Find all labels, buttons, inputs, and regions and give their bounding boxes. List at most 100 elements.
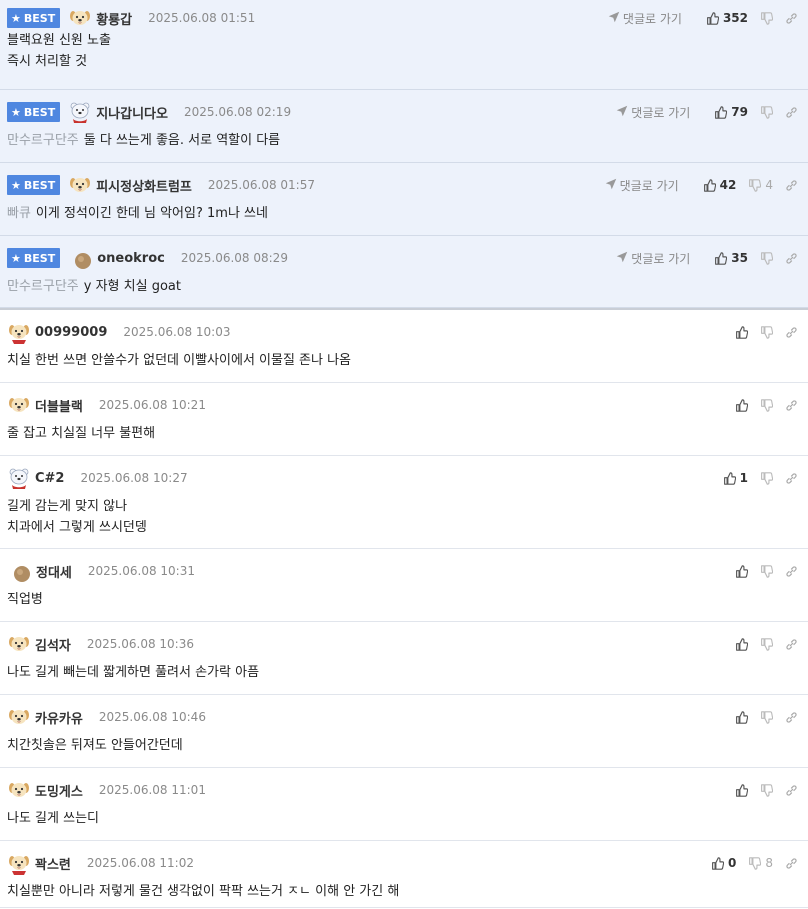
avatar[interactable] [7,705,31,729]
downvote-button[interactable] [760,471,773,485]
comment-text: 직업병 [7,592,43,607]
upvote-button[interactable] [735,398,748,412]
upvote-button[interactable] [735,783,748,797]
comment-header: ★ BEST 지나갑니다오 2025.06.08 02:19 [7,100,291,124]
comment-date: 2025.06.08 08:29 [180,251,288,265]
nickname[interactable]: C#2 [35,471,64,486]
best-label: BEST [23,11,56,25]
upvote-button[interactable]: 79 [714,105,748,119]
downvote-button[interactable] [760,398,773,412]
downvote-button[interactable] [760,105,773,119]
copy-link-button[interactable] [785,326,798,339]
comment-line: 치실뿐만 아니라 저렇게 물건 생각없이 팍팍 쓰는거 ㅈㄴ 이해 안 가긴 해 [7,881,399,902]
thumbs-up-icon [735,783,748,797]
copy-link-button[interactable] [785,784,798,797]
downvote-button[interactable] [760,325,773,339]
comment-body: 치실 한번 쓰면 안쓸수가 없던데 이빨사이에서 이물질 존나 나옴 [7,350,351,371]
copy-link-button[interactable] [785,179,798,192]
nickname[interactable]: 지나갑니다오 [96,103,168,122]
comment-header: ★ BEST oneokroc 2025.06.08 08:29 [7,246,288,270]
avatar[interactable] [7,851,31,875]
comment-line: 직업병 [7,589,43,610]
upvote-button[interactable] [735,637,748,651]
best-comment: ★ BEST 피시정상화트럼프 2025.06.08 01:57 빠큐 이게 정석이긴 한… [0,163,808,236]
copy-link-button[interactable] [785,252,798,265]
avatar[interactable] [68,6,92,30]
reply-target[interactable]: 만수르구단주 [7,279,79,294]
upvote-button[interactable] [735,325,748,339]
comment: 더블블랙 2025.06.08 10:21 줄 잡고 치실질 너무 불편해 [0,383,808,456]
nickname[interactable]: 카유카유 [35,708,83,727]
upvote-button[interactable]: 0 [711,856,736,870]
best-comment: ★ BEST 지나갑니다오 2025.06.08 02:19 만수르구단주 둘 다 쓰는게… [0,90,808,163]
copy-link-button[interactable] [785,638,798,651]
downvote-count: 8 [765,856,773,870]
comment-body: 치간칫솔은 뒤져도 안들어간던데 [7,735,183,756]
go-to-reply-label: 댓글로 가기 [631,251,691,266]
avatar[interactable] [10,562,30,582]
nickname[interactable]: 정대세 [36,562,72,581]
comment: 정대세 2025.06.08 10:31 직업병 [0,549,808,622]
avatar[interactable] [7,393,31,417]
nickname[interactable]: oneokroc [97,251,165,266]
comment-date: 2025.06.08 02:19 [183,105,292,119]
downvote-button[interactable] [760,637,773,651]
nickname[interactable]: 꽉스련 [35,854,71,873]
thumbs-up-icon [714,251,728,265]
send-arrow-icon [616,105,631,120]
downvote-button[interactable]: 4 [748,178,773,192]
downvote-button[interactable] [760,251,773,265]
upvote-button[interactable] [735,710,748,724]
copy-link-button[interactable] [785,565,798,578]
reply-target[interactable]: 빠큐 [7,206,31,221]
go-to-reply-link[interactable]: 댓글로 가기 [608,10,682,27]
upvote-button[interactable]: 1 [723,471,748,485]
copy-link-button[interactable] [785,106,798,119]
downvote-button[interactable]: 8 [748,856,773,870]
upvote-button[interactable] [735,564,748,578]
upvote-button[interactable]: 352 [706,11,748,25]
go-to-reply-link[interactable]: 댓글로 가기 [605,177,679,194]
comment-text: y 자형 치실 goat [83,279,181,294]
nickname[interactable]: 피시정상화트럼프 [96,176,192,195]
thumbs-up-icon [735,398,748,412]
downvote-count: 4 [765,178,773,192]
comment-body: 만수르구단주 y 자형 치실 goat [7,276,181,297]
copy-link-button[interactable] [785,857,798,870]
comment-body: 블랙요원 신원 노출 즉시 처리할 것 [7,30,111,72]
upvote-button[interactable]: 35 [714,251,748,265]
comment-actions [723,707,798,727]
star-icon: ★ [11,11,21,25]
avatar[interactable] [7,632,31,656]
upvote-button[interactable]: 42 [703,178,736,192]
go-to-reply-link[interactable]: 댓글로 가기 [616,104,690,121]
go-to-reply-link[interactable]: 댓글로 가기 [616,250,690,267]
comment-line: 줄 잡고 치실질 너무 불편해 [7,423,155,444]
avatar[interactable] [7,778,31,802]
downvote-button[interactable] [760,783,773,797]
comment: C#2 2025.06.08 10:27 길게 감는게 맞지 않나 치과에서 그렇게 … [0,456,808,549]
nickname[interactable]: 00999009 [35,325,107,340]
avatar[interactable] [7,466,31,490]
avatar[interactable] [7,320,31,344]
avatar[interactable] [71,249,92,269]
avatar[interactable] [68,173,92,197]
nickname[interactable]: 김석자 [35,635,71,654]
nickname[interactable]: 황룡갑 [96,9,132,28]
reply-target[interactable]: 만수르구단주 [7,133,79,148]
nickname[interactable]: 도밍게스 [35,781,83,800]
downvote-button[interactable] [760,11,773,25]
comment-date: 2025.06.08 01:51 [148,11,256,25]
comment-text: 치과에서 그렇게 쓰시던뎅 [7,520,147,535]
nickname[interactable]: 더블블랙 [35,396,83,415]
copy-link-button[interactable] [785,399,798,412]
best-label: BEST [23,178,56,192]
downvote-button[interactable] [760,710,773,724]
copy-link-button[interactable] [785,12,798,25]
avatar[interactable] [68,100,92,124]
thumbs-down-icon [760,11,773,25]
downvote-button[interactable] [760,564,773,578]
copy-link-button[interactable] [785,711,798,724]
comment-actions: 댓글로 가기 42 4 [605,175,798,195]
copy-link-button[interactable] [785,472,798,485]
